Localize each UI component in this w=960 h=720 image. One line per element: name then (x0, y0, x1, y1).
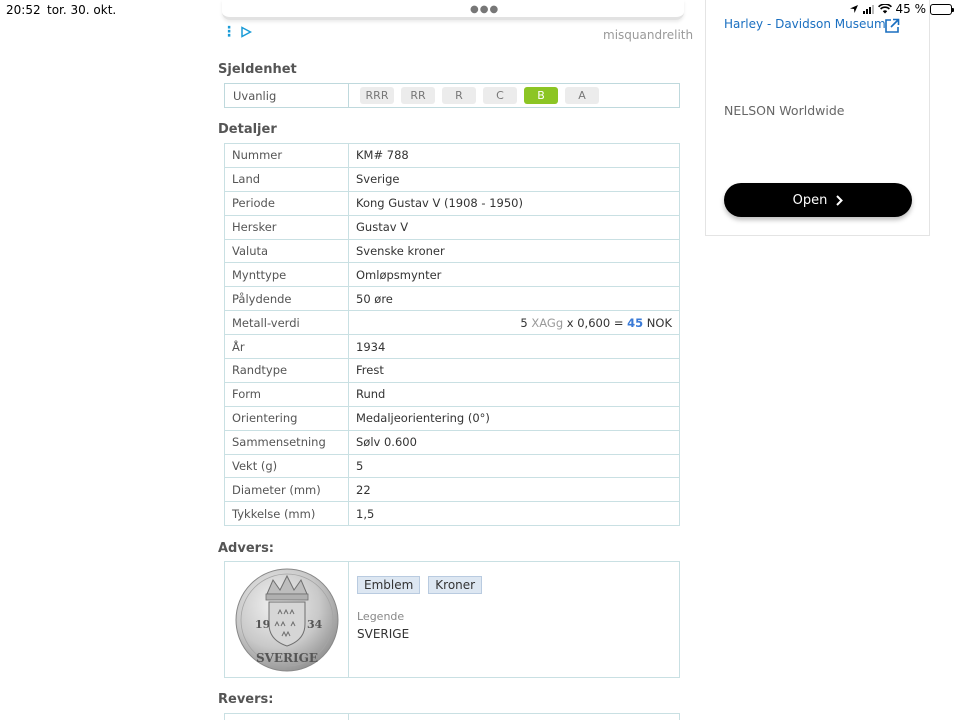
table-row: Land Sverige (224, 166, 680, 192)
rarity-grade-c: C (483, 87, 517, 104)
detail-key: Metall-verdi (224, 310, 349, 336)
rarity-grade-r: R (442, 87, 476, 104)
detail-value: 22 (348, 477, 680, 503)
detail-key: Periode (224, 190, 349, 216)
rarity-scale: RRR RR R C B A (349, 87, 599, 104)
side-ad-subtitle: NELSON Worldwide (724, 103, 845, 118)
table-row: Mynttype Omløpsmynter (224, 262, 680, 288)
ad-advertiser[interactable]: misquandrelith (603, 28, 693, 42)
detail-key: Sammensetning (224, 429, 349, 455)
status-date: tor. 30. okt. (47, 3, 117, 17)
legend-value: SVERIGE (357, 627, 410, 641)
revers-panel (224, 713, 680, 720)
metal-currency: NOK (646, 315, 672, 330)
coin-year-right: 34 (307, 618, 323, 631)
detail-key: Mynttype (224, 262, 349, 288)
detail-value: Sverige (348, 166, 680, 192)
coin-year-left: 19 (255, 618, 270, 631)
detail-key: Nummer (224, 143, 349, 168)
rarity-grade-b: B (524, 87, 558, 104)
rarity-panel: Uvanlig RRR RR R C B A (224, 83, 680, 108)
detail-key: År (224, 334, 349, 360)
detail-value: KM# 788 (348, 143, 680, 168)
rarity-grade-rrr: RRR (360, 87, 394, 104)
detail-key: Diameter (mm) (224, 477, 349, 503)
open-button-label: Open (792, 192, 828, 208)
table-row: Vekt (g) 5 (224, 453, 680, 479)
rarity-grade-a: A (565, 87, 599, 104)
avers-tag-emblem[interactable]: Emblem (357, 576, 421, 594)
chevron-right-icon (836, 194, 844, 206)
detail-value: 1934 (348, 334, 680, 360)
detail-key: Pålydende (224, 286, 349, 312)
table-row: Metall-verdi 5 XAGg x 0,600 = 45 NOK (224, 310, 680, 336)
avers-title: Advers: (218, 541, 275, 556)
coin-obverse-picture: 19 34 SVERIGE (235, 568, 338, 671)
side-ad: Harley - Davidson Museum NELSON Worldwid… (705, 0, 930, 236)
detail-key: Tykkelse (mm) (224, 501, 349, 527)
metal-qty: 5 (520, 315, 528, 330)
coin-obverse-image[interactable]: 19 34 SVERIGE (225, 562, 349, 677)
avers-panel: 19 34 SVERIGE Emblem Kroner Legende SVERI… (224, 561, 680, 678)
avers-info: Emblem Kroner Legende SVERIGE (349, 562, 490, 677)
detail-key: Hersker (224, 214, 349, 240)
table-row: Tykkelse (mm) 1,5 (224, 501, 680, 527)
table-row: Valuta Svenske kroner (224, 238, 680, 264)
table-row: Orientering Medaljeorientering (0°) (224, 405, 680, 431)
table-row: Form Rund (224, 381, 680, 407)
detail-value: Rund (348, 381, 680, 407)
avers-tag-kroner[interactable]: Kroner (428, 576, 483, 594)
detail-key: Orientering (224, 405, 349, 431)
open-button[interactable]: Open (724, 183, 912, 217)
detail-value: 5 (348, 453, 680, 479)
table-row: År 1934 (224, 334, 680, 360)
status-time: 20:52 (6, 3, 41, 17)
detail-value: Kong Gustav V (1908 - 1950) (348, 190, 680, 216)
detail-value: Gustav V (348, 214, 680, 240)
avers-tags: Emblem Kroner (357, 576, 483, 594)
table-row: Randtype Frest (224, 358, 680, 383)
legend-label: Legende (357, 610, 405, 623)
table-row: Periode Kong Gustav V (1908 - 1950) (224, 190, 680, 216)
ad-choices[interactable]: ⋮ (222, 25, 252, 39)
ad-choices-icon[interactable] (240, 26, 252, 38)
detail-key: Valuta (224, 238, 349, 264)
battery-icon (930, 3, 954, 15)
metal-value: 5 XAGg x 0,600 = 45 NOK (348, 310, 680, 336)
details-table: Nummer KM# 788 Land Sverige Periode Kong Gust… (224, 143, 680, 527)
detail-key: Form (224, 381, 349, 407)
detail-key: Randtype (224, 358, 349, 383)
table-row: Pålydende 50 øre (224, 286, 680, 312)
side-ad-link[interactable]: Harley - Davidson Museum (724, 17, 886, 31)
metal-result: 45 (627, 315, 644, 330)
detail-value: Frest (348, 358, 680, 383)
revers-title: Revers: (218, 692, 274, 707)
detail-value: Sølv 0.600 (348, 429, 680, 455)
table-row: Nummer KM# 788 (224, 143, 680, 168)
details-title: Detaljer (218, 122, 277, 137)
table-row: Sammensetning Sølv 0.600 (224, 429, 680, 455)
detail-key: Land (224, 166, 349, 192)
detail-value: Svenske kroner (348, 238, 680, 264)
rarity-grade-rr: RR (401, 87, 435, 104)
external-link-icon[interactable] (884, 18, 900, 34)
ad-banner-top[interactable] (222, 0, 684, 20)
metal-factor: x 0,600 = (566, 315, 624, 330)
ad-options-icon[interactable]: ⋮ (222, 25, 236, 39)
detail-value: 1,5 (348, 501, 680, 527)
metal-unit: XAGg (531, 315, 564, 330)
detail-key: Vekt (g) (224, 453, 349, 479)
rarity-label: Uvanlig (225, 84, 349, 107)
rarity-title: Sjeldenhet (218, 62, 297, 77)
coin-inscription: SVERIGE (255, 651, 317, 665)
table-row: Hersker Gustav V (224, 214, 680, 240)
table-row: Diameter (mm) 22 (224, 477, 680, 503)
detail-value: 50 øre (348, 286, 680, 312)
detail-value: Medaljeorientering (0°) (348, 405, 680, 431)
detail-value: Omløpsmynter (348, 262, 680, 288)
